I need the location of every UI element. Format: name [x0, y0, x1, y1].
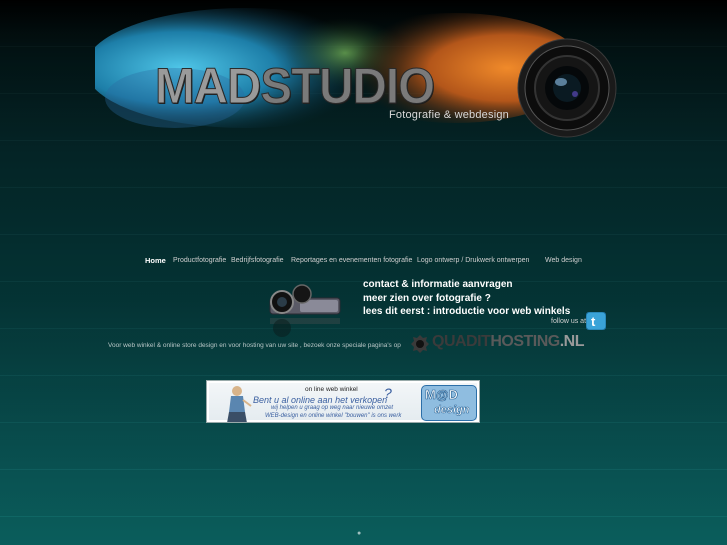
quadit-text-b: HOSTING — [490, 333, 560, 350]
hosting-promo-text: Voor web winkel & online store design en… — [108, 342, 401, 349]
svg-text:t: t — [591, 314, 596, 329]
quadit-text-c: .NL — [559, 333, 585, 350]
camera-lens-icon — [517, 38, 617, 138]
web-shop-intro-link[interactable]: lees dit eerst : introductie voor web wi… — [363, 305, 570, 319]
contact-link[interactable]: contact & informatie aanvragen — [363, 278, 570, 292]
site-header: MADSTUDIO Fotografie & webdesign — [0, 0, 727, 150]
logo-text-a: MAD — [155, 58, 262, 115]
nav-item-productfotografie[interactable]: Productfotografie — [173, 257, 226, 264]
quadit-hosting-link[interactable]: QUADITHOSTING.NL — [432, 333, 585, 351]
logo-text-b: STUDIO — [260, 58, 436, 115]
banner-line-1: on line web winkel — [305, 386, 358, 393]
nav-item-bedrijfsfotografie[interactable]: Bedrijfsfotografie — [231, 257, 284, 264]
woman-figure-icon — [227, 386, 252, 422]
banner-line-4: WEB-design en online winkel "bouwen" is … — [265, 413, 402, 419]
quadit-logo-icon[interactable] — [410, 334, 430, 354]
banner-line-3: wij helpen u graag op weg naar nieuwe om… — [271, 405, 394, 411]
camera-icon — [269, 284, 341, 337]
site-logo[interactable]: MADSTUDIO — [155, 58, 436, 115]
banner-question-mark: ? — [384, 385, 392, 401]
webshop-ad-banner[interactable]: on line web winkel Bent u al online aan … — [206, 380, 480, 423]
nav-item-home[interactable]: Home — [145, 256, 166, 265]
nav-item-logo-drukwerk[interactable]: Logo ontwerp / Drukwerk ontwerpen — [417, 257, 529, 264]
main-nav: Home Productfotografie Bedrijfsfotografi… — [0, 256, 727, 271]
more-photography-link[interactable]: meer zien over fotografie ? — [363, 292, 570, 306]
banner-line-2: Bent u al online aan het verkopen — [253, 395, 388, 405]
tagline: Fotografie & webdesign — [389, 109, 509, 121]
quadit-text-a: QUADIT — [432, 333, 491, 350]
badge-bottom-text: design — [434, 404, 470, 417]
footer-small-icon: ● — [357, 530, 362, 537]
badge-top-text: M@D — [425, 387, 459, 403]
quick-links: contact & informatie aanvragen meer zien… — [363, 278, 570, 319]
mad-design-badge: M@D design — [421, 385, 477, 421]
nav-item-webdesign[interactable]: Web design — [545, 257, 582, 264]
twitter-icon[interactable]: t — [586, 312, 606, 330]
follow-us-label: follow us at — [551, 318, 587, 325]
banner-inner: on line web winkel Bent u al online aan … — [209, 383, 477, 422]
nav-item-reportages[interactable]: Reportages en evenementen fotografie — [291, 257, 412, 264]
